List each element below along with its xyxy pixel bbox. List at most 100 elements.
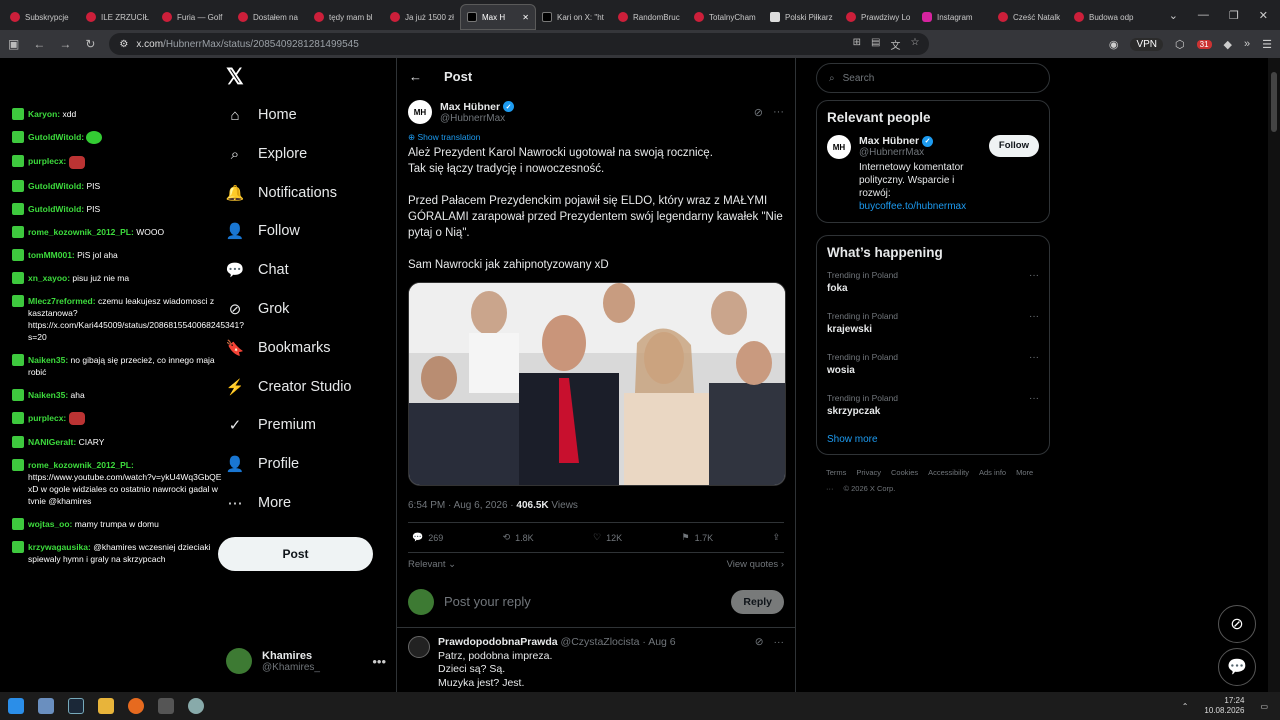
chat-username[interactable]: rome_kozownik_2012_PL: — [28, 227, 134, 237]
chat-username[interactable]: GutoldWitold: — [28, 181, 84, 191]
browser-tab[interactable]: Kari on X: "ht — [536, 4, 612, 30]
nav-item-profile[interactable]: 👤 Profile — [226, 455, 299, 473]
scrollbar-thumb[interactable] — [1271, 72, 1277, 132]
start-icon[interactable] — [8, 698, 24, 714]
author-handle[interactable]: @HubnerrMax — [440, 113, 514, 124]
more-extensions-icon[interactable]: » — [1244, 38, 1250, 50]
nav-item-home[interactable]: ⌂ Home — [226, 106, 296, 124]
bookmark-action[interactable]: ⚑ 1.7K — [681, 532, 713, 543]
trend-item[interactable]: Trending in Poland foka ··· — [827, 270, 1039, 294]
footer-link[interactable]: Terms — [826, 468, 846, 477]
clock[interactable]: 17:24 10.08.2026 — [1204, 696, 1244, 716]
nav-item-notifications[interactable]: 🔔 Notifications — [226, 184, 337, 202]
nav-item-grok[interactable]: ⊘ Grok — [226, 300, 290, 318]
chat-username[interactable]: Naiken35: — [28, 355, 68, 365]
browser-tab[interactable]: Polski Piłkarz — [764, 4, 840, 30]
browser-tab[interactable]: Instagram — [916, 4, 992, 30]
site-info-icon[interactable]: ⚙ — [119, 39, 128, 50]
nav-item-premium[interactable]: ✓ Premium — [226, 416, 316, 434]
translate-icon[interactable]: 文 — [890, 37, 900, 52]
calculator-icon[interactable] — [158, 698, 174, 714]
notifications-tray-icon[interactable]: ▭ — [1260, 702, 1268, 711]
share-icon[interactable]: ⇪ — [772, 532, 780, 543]
chat-username[interactable]: tomMM001: — [28, 250, 75, 260]
restore-icon[interactable]: ❐ — [1229, 9, 1239, 22]
browser-tab[interactable]: Furia — Golf — [156, 4, 232, 30]
footer-link[interactable]: Cookies — [891, 468, 918, 477]
author-name[interactable]: Max Hübner — [440, 101, 500, 113]
trend-item[interactable]: Trending in Poland wosia ··· — [827, 352, 1039, 376]
browser-tab[interactable]: RandomBruc — [612, 4, 688, 30]
more-dots-icon[interactable]: ••• — [372, 654, 386, 669]
person-name[interactable]: Max Hübner — [859, 135, 919, 147]
chat-username[interactable]: Mlecz7reformed: — [28, 296, 96, 306]
show-more-link[interactable]: Show more — [827, 434, 1039, 445]
search-input[interactable]: ⌕ Search — [816, 63, 1050, 93]
chat-username[interactable]: purplecx: — [28, 413, 66, 423]
tray-chevron-icon[interactable]: ⌃ — [1182, 702, 1189, 711]
tab-search-icon[interactable]: ⌄ — [1169, 9, 1178, 22]
scrollbar[interactable] — [1268, 58, 1280, 692]
extension-badge[interactable]: 31 — [1196, 39, 1212, 49]
view-quotes-link[interactable]: View quotes › — [727, 559, 784, 570]
reader-icon[interactable]: ▤ — [871, 37, 880, 52]
grok-icon[interactable]: ⊘ — [755, 636, 764, 650]
grok-fab-icon[interactable]: ⊘ — [1218, 605, 1256, 643]
reply-button[interactable]: Reply — [731, 589, 784, 614]
browser-tab[interactable]: Dostałem na — [232, 4, 308, 30]
more-options-icon[interactable]: ··· — [774, 636, 785, 650]
menu-icon[interactable]: ☰ — [1262, 38, 1272, 51]
x-logo-icon[interactable]: 𝕏 — [226, 64, 244, 90]
reply-tweet[interactable]: PrawdopodobnaPrawda @CzystaZlocista · Au… — [397, 628, 795, 698]
browser-tab[interactable]: tędy mam bl — [308, 4, 384, 30]
bookmark-star-icon[interactable]: ☆ — [910, 37, 919, 52]
post-button[interactable]: Post — [218, 537, 373, 571]
nav-item-more[interactable]: ⋯ More — [226, 494, 292, 512]
chat-username[interactable]: GutoldWitold: — [28, 204, 84, 214]
chat-username[interactable]: GutoldWitold: — [28, 132, 84, 142]
like-action[interactable]: ♡ 12K — [593, 532, 622, 543]
vpn-button[interactable]: VPN — [1130, 37, 1164, 51]
close-window-icon[interactable]: ✕ — [1259, 9, 1268, 22]
browser-tab[interactable]: Prawdziwy Lo — [840, 4, 916, 30]
browser-tab[interactable]: Subskrypcje — [4, 4, 80, 30]
monitor-app-icon[interactable] — [38, 698, 54, 714]
extension-icon[interactable]: ◆ — [1224, 38, 1232, 51]
nav-item-creator-studio[interactable]: ⚡ Creator Studio — [226, 378, 352, 396]
reload-icon[interactable]: ↻ — [85, 37, 95, 51]
chat-username[interactable]: purplecx: — [28, 156, 66, 166]
bio-link[interactable]: buycoffee.to/hubnermax — [859, 201, 966, 212]
chat-username[interactable]: wojtas_oo: — [28, 519, 72, 529]
forward-icon[interactable]: → — [59, 37, 71, 51]
shield-extension-icon[interactable]: ◉ — [1109, 38, 1119, 51]
sort-dropdown[interactable]: Relevant ⌄ — [408, 559, 456, 570]
tweet-time[interactable]: 6:54 PM · Aug 6, 2026 · — [408, 500, 516, 511]
nav-item-chat[interactable]: 💬 Chat — [226, 261, 289, 279]
chat-username[interactable]: Karyon: — [28, 109, 60, 119]
browser-tab[interactable]: Budowa odp — [1068, 4, 1144, 30]
sidebar-toggle-icon[interactable]: ▣ — [8, 37, 19, 51]
browser-tab[interactable]: Max H ✕ — [460, 4, 536, 30]
firefox-icon[interactable] — [128, 698, 144, 714]
footer-link[interactable]: © 2026 X Corp. — [844, 484, 896, 493]
grok-icon[interactable]: ⊘ — [754, 106, 763, 119]
wallet-icon[interactable]: ⬡ — [1175, 38, 1185, 51]
reply-action[interactable]: 💬 269 — [412, 532, 443, 543]
account-switcher[interactable]: Khamires @Khamires_ ••• — [226, 648, 386, 674]
chat-username[interactable]: NANIGeralt: — [28, 437, 76, 447]
browser-tab[interactable]: TotalnyCham — [688, 4, 764, 30]
messages-fab-icon[interactable]: 💬 — [1218, 648, 1256, 686]
nav-item-follow[interactable]: 👤 Follow — [226, 222, 300, 240]
browser-tab[interactable]: Cześć Natalk — [992, 4, 1068, 30]
chat-username[interactable]: xn_xayoo: — [28, 273, 70, 283]
minimize-icon[interactable]: — — [1198, 9, 1209, 22]
chat-username[interactable]: rome_kozownik_2012_PL: — [28, 460, 134, 470]
follow-button[interactable]: Follow — [988, 135, 1039, 157]
file-explorer-icon[interactable] — [98, 698, 114, 714]
browser-tab[interactable]: Ja już 1500 zł — [384, 4, 460, 30]
app-icon[interactable] — [188, 698, 204, 714]
back-icon[interactable]: ← — [33, 37, 45, 51]
trend-item[interactable]: Trending in Poland skrzypczak ··· — [827, 393, 1039, 417]
install-icon[interactable]: ⊞ — [853, 37, 861, 52]
back-arrow-icon[interactable]: ← — [409, 69, 422, 84]
